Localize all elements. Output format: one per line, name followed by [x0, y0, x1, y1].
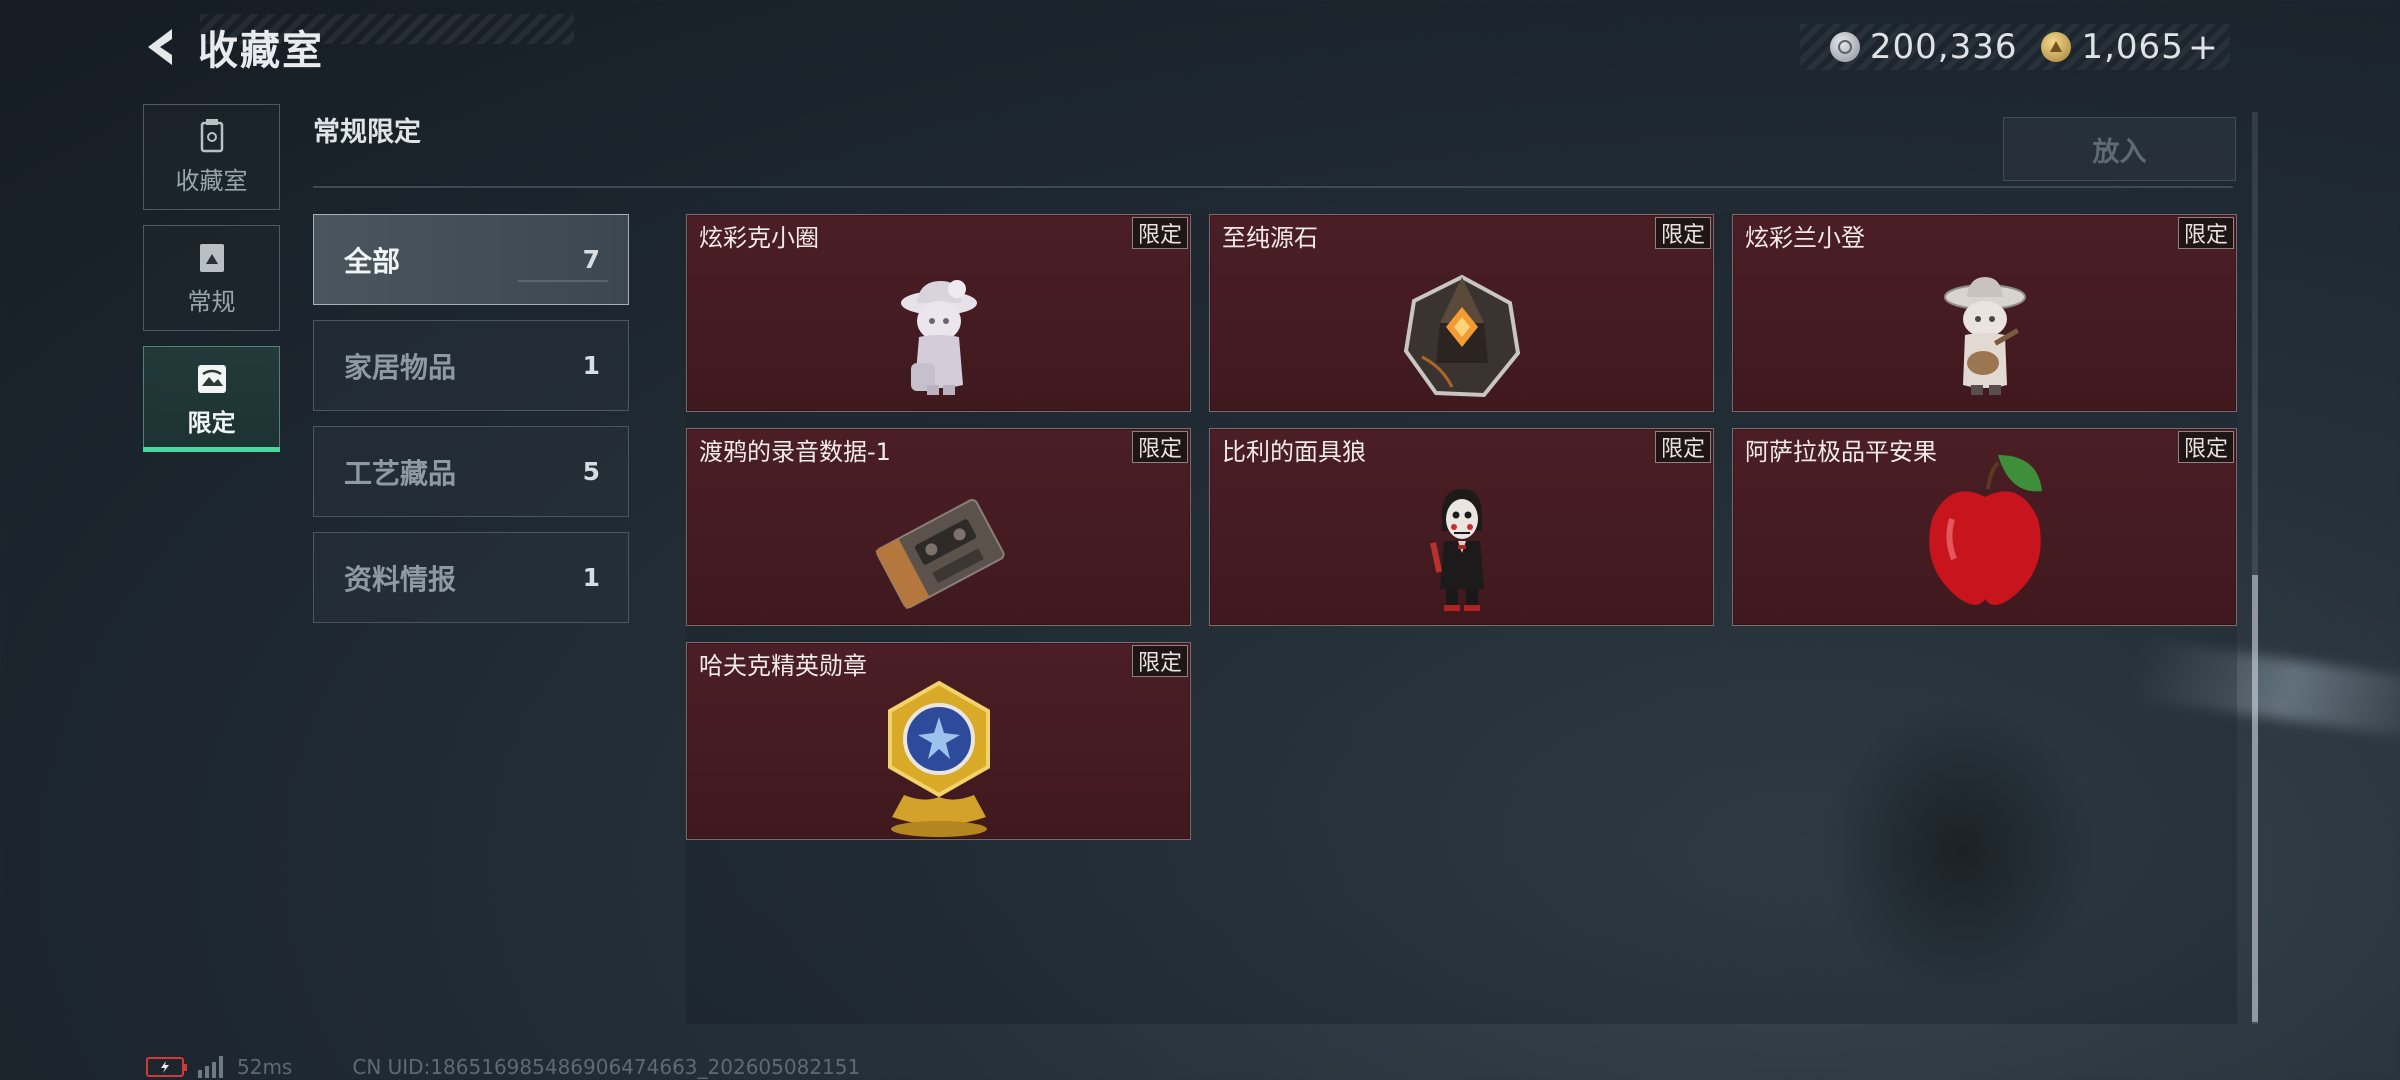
gold-coin-icon	[2041, 32, 2072, 62]
item-card[interactable]: 渡鸦的录音数据-1 限定	[686, 428, 1191, 626]
item-name: 炫彩克小圈	[699, 224, 819, 252]
category-count: 1	[582, 351, 600, 380]
item-name: 渡鸦的录音数据-1	[699, 438, 891, 466]
category-count: 1	[582, 563, 600, 592]
side-nav-limited[interactable]: 限定	[143, 346, 280, 452]
section-title: 常规限定	[313, 117, 421, 148]
category-name: 家居物品	[344, 350, 457, 384]
item-card[interactable]: 炫彩克小圈 限定	[686, 214, 1191, 412]
scrollbar-thumb[interactable]	[2252, 575, 2258, 1022]
item-card[interactable]: 至纯源石 限定	[1209, 214, 1714, 412]
category-count: 7	[582, 245, 600, 274]
side-nav-regular[interactable]: 常规	[143, 225, 280, 331]
category-list: 全部 7 家居物品 1 工艺藏品 5 资料情报 1	[313, 214, 629, 638]
limited-tag: 限定	[2178, 217, 2234, 249]
category-crafts[interactable]: 工艺藏品 5	[313, 426, 629, 517]
page-title: 收藏室	[198, 28, 324, 74]
item-card[interactable]: 阿萨拉极品平安果 限定	[1732, 428, 2237, 626]
side-nav: 收藏室 常规 限定	[143, 104, 280, 467]
ping-value: 52ms	[237, 1055, 293, 1079]
category-home-items[interactable]: 家居物品 1	[313, 320, 629, 411]
place-button[interactable]: 放入	[2003, 117, 2236, 181]
silver-coin-icon	[1829, 32, 1860, 62]
puppet-figure-icon	[1392, 481, 1532, 621]
item-card[interactable]: 炫彩兰小登 限定	[1732, 214, 2237, 412]
item-name: 炫彩兰小登	[1745, 224, 1865, 252]
item-card[interactable]: 哈夫克精英勋章 限定	[686, 642, 1191, 840]
item-name: 哈夫克精英勋章	[699, 652, 867, 680]
category-count: 5	[582, 457, 600, 486]
side-nav-label: 收藏室	[175, 166, 248, 195]
apple-icon	[1910, 449, 2060, 619]
item-name: 至纯源石	[1222, 224, 1318, 252]
limited-tag: 限定	[2178, 431, 2234, 463]
figurine-guitar-icon	[1915, 267, 2055, 407]
limited-tag: 限定	[1132, 645, 1188, 677]
trophy-icon	[194, 118, 230, 155]
add-currency-button[interactable]: +	[2188, 27, 2218, 68]
category-intel[interactable]: 资料情报 1	[313, 532, 629, 623]
item-name: 阿萨拉极品平安果	[1745, 438, 1937, 466]
limited-tag: 限定	[1655, 217, 1711, 249]
gold-currency-value: 1,065	[2081, 27, 2184, 67]
side-nav-collection-room[interactable]: 收藏室	[143, 104, 280, 210]
side-nav-label: 限定	[187, 408, 236, 437]
album-icon	[194, 240, 230, 276]
signal-icon	[198, 1056, 223, 1078]
user-uid: CN UID:1865169854869064746​63_2026050821…	[352, 1055, 861, 1079]
figurine-girl-icon	[869, 267, 1009, 407]
medal-icon	[874, 677, 1004, 841]
limited-tag: 限定	[1132, 431, 1188, 463]
limited-tag: 限定	[1655, 431, 1711, 463]
status-footer: 52ms CN UID:1865169854869064746​63_20260…	[146, 1055, 860, 1079]
cassette-tape-icon	[869, 481, 1009, 621]
item-grid: 炫彩克小圈 限定 至纯源石 限定 炫彩兰小登 限定 渡鸦的录音数据-1 限定 比…	[686, 214, 2237, 1024]
category-name: 全部	[344, 244, 401, 278]
category-name: 资料情报	[344, 562, 457, 596]
image-icon	[194, 361, 230, 397]
crystal-stone-icon	[1392, 267, 1532, 407]
item-name: 比利的面具狼	[1222, 438, 1366, 466]
page-header: 收藏室	[140, 22, 324, 74]
currency-bar: 200,336 1,065 +	[1799, 24, 2230, 70]
battery-icon	[146, 1057, 187, 1077]
back-arrow-icon[interactable]	[140, 25, 184, 69]
silver-currency-value: 200,336	[1869, 27, 2018, 67]
item-card[interactable]: 比利的面具狼 限定	[1209, 428, 1714, 626]
limited-tag: 限定	[1132, 217, 1188, 249]
category-name: 工艺藏品	[344, 456, 457, 490]
category-all[interactable]: 全部 7	[313, 214, 629, 305]
section-divider	[313, 186, 2233, 188]
side-nav-label: 常规	[187, 287, 236, 316]
